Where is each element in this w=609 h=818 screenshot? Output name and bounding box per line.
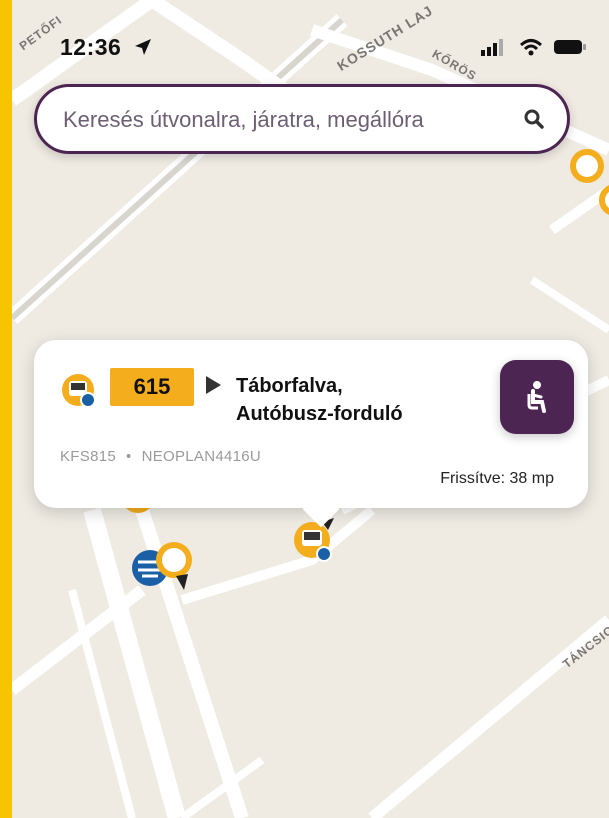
bus-icon (60, 372, 98, 415)
status-time: 12:36 (60, 34, 152, 62)
status-time-text: 12:36 (60, 34, 122, 60)
direction-arrow-icon (206, 376, 221, 394)
updated-time: Frissítve: 38 mp (440, 470, 554, 487)
search-input[interactable]: Keresés útvonalra, járatra, megállóra (63, 107, 424, 133)
accessibility-button[interactable] (500, 360, 574, 434)
search-icon[interactable] (523, 108, 545, 135)
vehicle-model: NEOPLAN4416U (141, 448, 262, 465)
destination: Táborfalva, Autóbusz-forduló (236, 372, 403, 428)
signal-icon (481, 38, 509, 61)
vehicle-info-card[interactable]: 615 Táborfalva, Autóbusz-forduló KFS815 •… (34, 340, 588, 528)
device-frame: PETŐFI KOSSUTH LAJ KŐRÖS TÁNCSIC 12:36 K… (0, 0, 609, 818)
battery-icon (553, 38, 587, 61)
destination-line2: Autóbusz-forduló (236, 403, 403, 425)
vehicle-plate: KFS815 (60, 448, 116, 465)
wifi-icon (519, 38, 543, 61)
vehicle-meta: KFS815 • NEOPLAN4416U (60, 448, 261, 465)
destination-line1: Táborfalva, (236, 375, 343, 397)
separator-dot: • (126, 448, 132, 465)
wheelchair-seat-icon (520, 378, 554, 421)
status-icons (481, 38, 587, 61)
search-bar[interactable]: Keresés útvonalra, járatra, megállóra (34, 84, 570, 154)
location-arrow-icon (134, 35, 152, 62)
stop-marker[interactable] (599, 185, 609, 215)
stop-marker[interactable] (570, 149, 604, 183)
route-number-badge: 615 (110, 368, 194, 406)
app-screen: PETŐFI KOSSUTH LAJ KŐRÖS TÁNCSIC 12:36 K… (12, 0, 609, 818)
